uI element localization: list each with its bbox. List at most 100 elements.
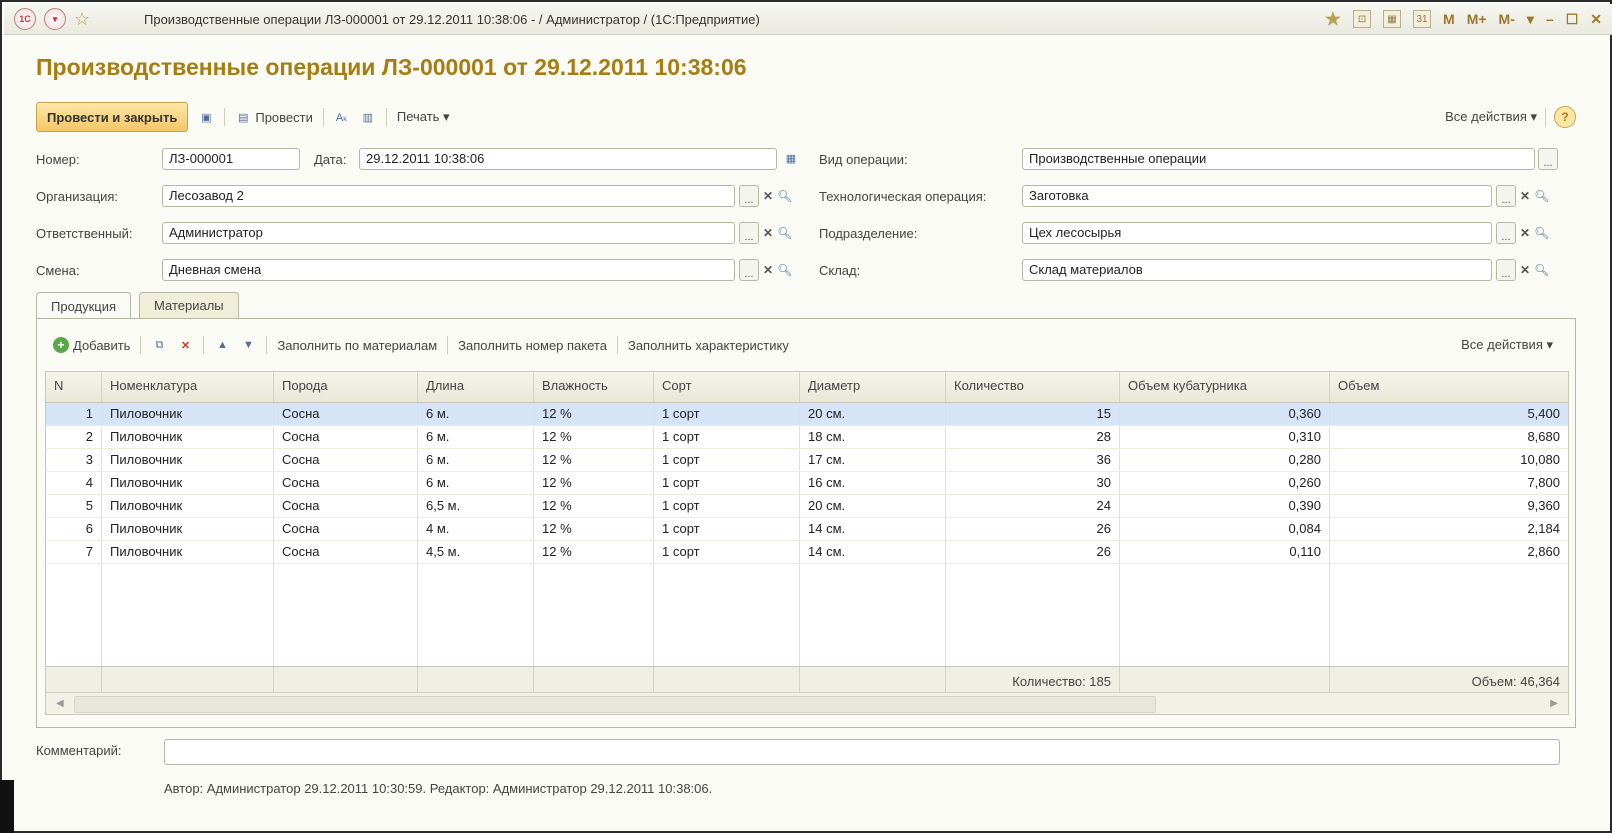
date-field[interactable]: 29.12.2011 10:38:06 xyxy=(359,148,777,170)
history-icon[interactable]: ⊡ xyxy=(1353,10,1372,28)
warehouse-clear-icon[interactable]: ✕ xyxy=(1520,263,1530,277)
table-empty-area xyxy=(46,564,1568,666)
tech-op-select-icon[interactable]: ... xyxy=(1496,185,1516,207)
window-title: Производственные операции ЛЗ-000001 от 2… xyxy=(144,11,760,27)
column-header[interactable]: Порода xyxy=(274,372,418,402)
maximize-icon[interactable]: ☐ xyxy=(1566,11,1579,28)
app-logo-icon[interactable]: 1С xyxy=(14,8,36,30)
department-clear-icon[interactable]: ✕ xyxy=(1520,226,1530,240)
table-row[interactable]: 1 Пиловочник Сосна 6 м. 12 % 1 сорт 20 с… xyxy=(46,403,1568,426)
table-row[interactable]: 3 Пиловочник Сосна 6 м. 12 % 1 сорт 17 с… xyxy=(46,449,1568,472)
tech-op-open-icon[interactable]: 🔍︎ xyxy=(1534,189,1549,203)
grid-all-actions-button[interactable]: Все действия ▾ xyxy=(1461,337,1553,353)
shift-open-icon[interactable]: 🔍︎ xyxy=(777,263,792,277)
empty-cell xyxy=(800,564,946,666)
tech-op-field[interactable]: Заготовка xyxy=(1022,185,1492,207)
column-header[interactable]: N xyxy=(46,372,102,402)
organization-open-icon[interactable]: 🔍︎ xyxy=(777,189,792,203)
table-cell: 26 xyxy=(946,541,1120,563)
add-row-button[interactable]: + Добавить xyxy=(53,337,130,353)
dropdown-icon[interactable]: ▾ xyxy=(1527,11,1534,28)
help-icon[interactable]: ? xyxy=(1554,106,1576,128)
department-open-icon[interactable]: 🔍︎ xyxy=(1534,226,1549,240)
column-header[interactable]: Диаметр xyxy=(800,372,946,402)
department-field[interactable]: Цех лесосырья xyxy=(1022,222,1492,244)
memory-mplus-button[interactable]: M+ xyxy=(1467,11,1487,27)
responsible-field[interactable]: Администратор xyxy=(162,222,735,244)
tab-materials[interactable]: Материалы xyxy=(139,292,239,318)
column-header[interactable]: Номенклатура xyxy=(102,372,274,402)
minimize-icon[interactable]: – xyxy=(1546,11,1554,27)
table-row[interactable]: 5 Пиловочник Сосна 6,5 м. 12 % 1 сорт 20… xyxy=(46,495,1568,518)
movements-icon[interactable]: Aₖ xyxy=(334,109,350,125)
table-cell: 14 см. xyxy=(800,518,946,540)
scroll-right-icon[interactable]: ▶ xyxy=(1550,698,1558,709)
table-row[interactable]: 7 Пиловочник Сосна 4,5 м. 12 % 1 сорт 14… xyxy=(46,541,1568,564)
table-cell: 7 xyxy=(46,541,102,563)
organization-select-icon[interactable]: ... xyxy=(739,185,759,207)
structure-icon[interactable]: ▥ xyxy=(360,109,376,125)
table-cell: 0,390 xyxy=(1120,495,1330,517)
number-field[interactable]: ЛЗ-000001 xyxy=(162,148,300,170)
table-row[interactable]: 4 Пиловочник Сосна 6 м. 12 % 1 сорт 16 с… xyxy=(46,472,1568,495)
column-header[interactable]: Длина xyxy=(418,372,534,402)
move-down-icon[interactable]: ▼ xyxy=(240,337,256,353)
responsible-select-icon[interactable]: ... xyxy=(739,222,759,244)
copy-row-icon[interactable]: ⧉ xyxy=(151,337,167,353)
scroll-left-icon[interactable]: ◀ xyxy=(56,698,64,709)
responsible-buttons: ... ✕ 🔍︎ xyxy=(739,222,792,244)
post-and-close-button[interactable]: Провести и закрыть xyxy=(36,102,189,132)
scrollbar-thumb[interactable] xyxy=(74,696,1156,713)
post-button[interactable]: ▤ Провести xyxy=(235,109,313,125)
comment-input[interactable] xyxy=(164,739,1560,765)
warehouse-select-icon[interactable]: ... xyxy=(1496,259,1516,281)
column-header[interactable]: Сорт xyxy=(654,372,800,402)
column-header[interactable]: Количество xyxy=(946,372,1120,402)
fill-package-number-button[interactable]: Заполнить номер пакета xyxy=(458,338,607,353)
fill-characteristic-button[interactable]: Заполнить характеристику xyxy=(628,338,789,353)
print-button[interactable]: Печать ▾ xyxy=(397,109,450,125)
table-cell: 12 % xyxy=(534,472,654,494)
shift-clear-icon[interactable]: ✕ xyxy=(763,263,773,277)
tech-op-clear-icon[interactable]: ✕ xyxy=(1520,189,1530,203)
calculator-icon[interactable]: ▦ xyxy=(1383,10,1402,28)
table-cell: Пиловочник xyxy=(102,495,274,517)
op-type-select-icon[interactable]: ... xyxy=(1538,148,1558,170)
warehouse-field[interactable]: Склад материалов xyxy=(1022,259,1492,281)
table-cell: 12 % xyxy=(534,541,654,563)
memory-m-button[interactable]: M xyxy=(1443,11,1455,27)
table-cell: 1 сорт xyxy=(654,541,800,563)
column-header[interactable]: Объем кубатурника xyxy=(1120,372,1330,402)
organization-field[interactable]: Лесозавод 2 xyxy=(162,185,735,207)
fill-by-materials-button[interactable]: Заполнить по материалам xyxy=(277,338,437,353)
delete-row-icon[interactable]: ✕ xyxy=(177,337,193,353)
column-header[interactable]: Влажность xyxy=(534,372,654,402)
table-row[interactable]: 6 Пиловочник Сосна 4 м. 12 % 1 сорт 14 с… xyxy=(46,518,1568,541)
corner-logo-icon xyxy=(0,780,14,833)
warehouse-open-icon[interactable]: 🔍︎ xyxy=(1534,263,1549,277)
column-header[interactable]: Объем xyxy=(1330,372,1568,402)
horizontal-scrollbar[interactable]: ◀ ▶ xyxy=(46,692,1568,714)
shift-field[interactable]: Дневная смена xyxy=(162,259,735,281)
responsible-clear-icon[interactable]: ✕ xyxy=(763,226,773,240)
close-icon[interactable]: ✕ xyxy=(1590,11,1602,28)
organization-clear-icon[interactable]: ✕ xyxy=(763,189,773,203)
table-cell: 5,400 xyxy=(1527,406,1560,421)
table-cell: 5 xyxy=(46,495,102,517)
memory-mminus-button[interactable]: M- xyxy=(1499,11,1515,27)
responsible-open-icon[interactable]: 🔍︎ xyxy=(777,226,792,240)
all-actions-button[interactable]: Все действия ▾ xyxy=(1445,109,1537,125)
department-select-icon[interactable]: ... xyxy=(1496,222,1516,244)
save-icon[interactable]: ▣ xyxy=(198,109,214,125)
table-row[interactable]: 2 Пиловочник Сосна 6 м. 12 % 1 сорт 18 с… xyxy=(46,426,1568,449)
op-type-field[interactable]: Производственные операции xyxy=(1022,148,1535,170)
table-cell: 15 xyxy=(946,403,1120,425)
calendar-picker-icon[interactable]: ▦ xyxy=(783,150,799,166)
shift-select-icon[interactable]: ... xyxy=(739,259,759,281)
move-up-icon[interactable]: ▲ xyxy=(214,337,230,353)
favorites-icon[interactable]: ★ xyxy=(1325,9,1341,30)
menu-dropdown-icon[interactable]: ▾ xyxy=(44,8,66,30)
calendar-icon[interactable]: 31 xyxy=(1413,10,1432,28)
favorite-star-icon[interactable]: ☆ xyxy=(74,9,90,30)
tab-products[interactable]: Продукция xyxy=(36,292,132,320)
